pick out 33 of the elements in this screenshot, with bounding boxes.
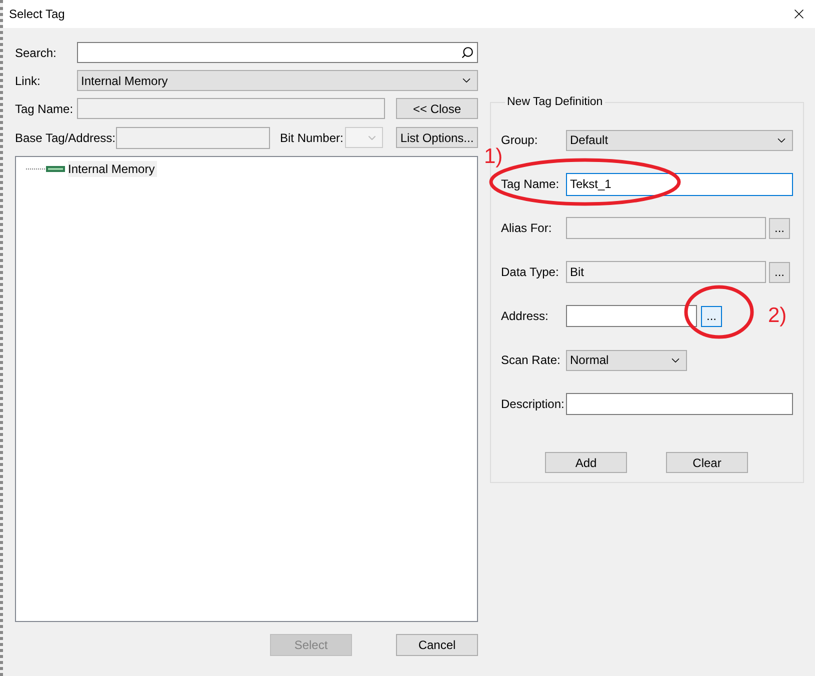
annotation-number: 2)	[768, 305, 787, 326]
search-icon	[461, 46, 474, 59]
tree-item[interactable]: Internal Memory	[68, 161, 157, 177]
annotation-ellipse	[684, 285, 754, 339]
field-label: Tag Name:	[15, 102, 74, 116]
form-button[interactable]: Add	[545, 452, 627, 473]
field-label: Group:	[501, 133, 539, 147]
field-label: Base Tag/Address:	[15, 130, 116, 144]
field-label: Link:	[15, 74, 42, 88]
list-options-button[interactable]: List Options...	[396, 127, 478, 148]
field-label: Tag Name:	[501, 177, 560, 191]
group-title: New Tag Definition	[506, 96, 604, 108]
field-label: Scan Rate:	[501, 353, 562, 367]
field-label: Alias For:	[501, 221, 553, 235]
close-panel-button[interactable]: << Close	[396, 98, 478, 119]
form-button[interactable]: Clear	[666, 452, 748, 473]
window-title: Select Tag	[9, 7, 65, 21]
search-field[interactable]	[77, 42, 478, 63]
text-field[interactable]: Tekst_1	[566, 172, 793, 196]
field-label: Data Type:	[501, 265, 560, 279]
field-label: Search:	[15, 46, 58, 60]
text-field[interactable]	[566, 393, 793, 415]
memory-chip-icon	[26, 164, 66, 174]
dropdown[interactable]: Default	[566, 130, 793, 150]
field-label: Address:	[501, 309, 550, 323]
dialog-button[interactable]: Cancel	[396, 634, 478, 656]
text-field[interactable]	[566, 305, 697, 327]
browse-button[interactable]: ...	[701, 306, 722, 326]
field-label: Description:	[501, 397, 566, 411]
dropdown[interactable]: Normal	[566, 350, 687, 370]
field-label: Bit Number:	[280, 130, 344, 144]
link-dropdown[interactable]: Internal Memory	[77, 70, 478, 91]
annotation-number: 1)	[484, 146, 503, 167]
